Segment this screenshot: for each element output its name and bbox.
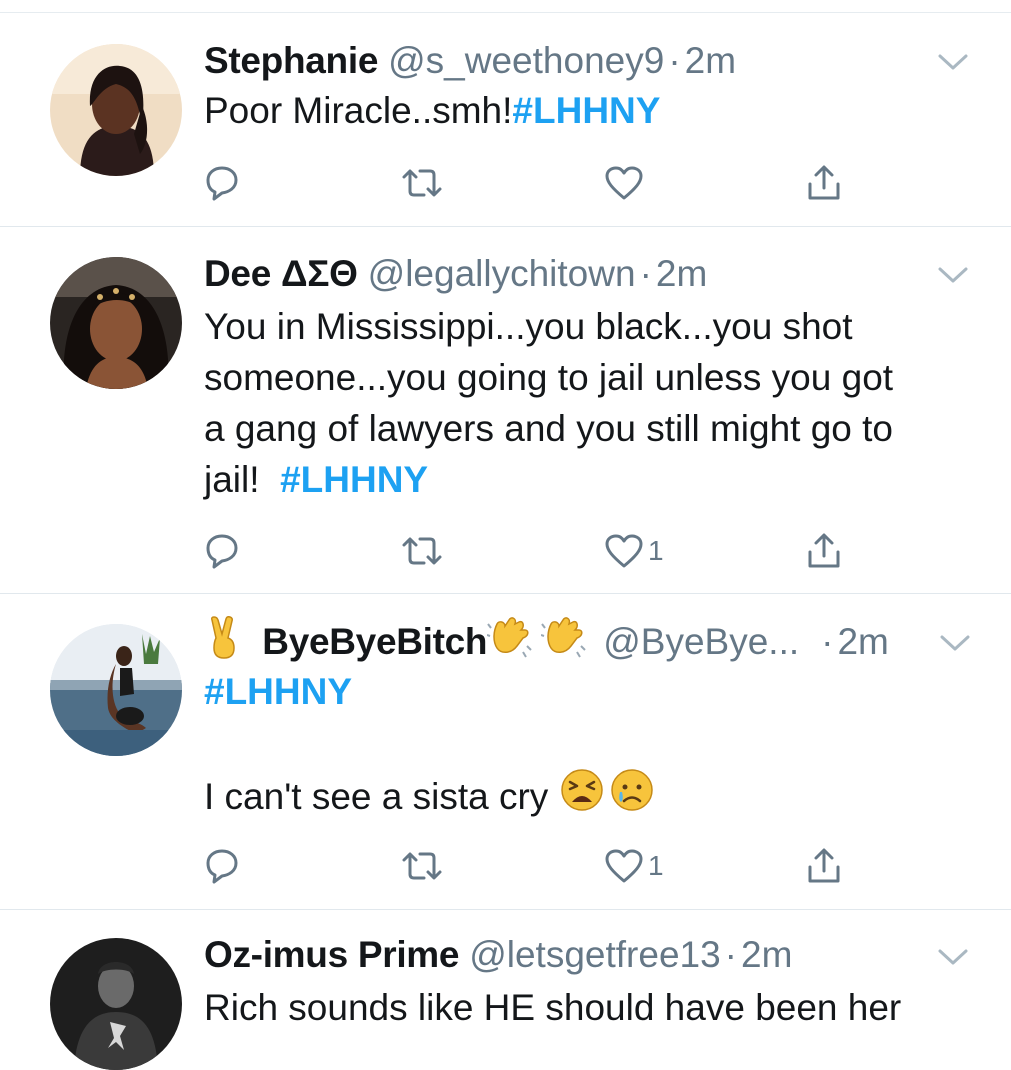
like-button[interactable]: 1 (604, 529, 664, 573)
reply-button[interactable] (204, 529, 240, 573)
reply-button[interactable] (204, 161, 240, 205)
tweet-text-content: Rich sounds like HE should have been her (204, 987, 902, 1028)
tweet-header: ByeByeBitch @ByeBye... · 2m (204, 616, 953, 664)
share-button[interactable] (806, 529, 842, 573)
tweet-actions (204, 161, 854, 205)
tweet-text: You in Mississippi...you black...you sho… (204, 301, 961, 505)
tweet-text: Rich sounds like HE should have been her (204, 982, 961, 1033)
separator: · (668, 40, 681, 81)
heart-icon (605, 534, 643, 568)
tweet-text-content: Poor Miracle..smh! (204, 90, 513, 131)
tweet-text-content: I can't see a sista cry (204, 776, 549, 817)
reply-icon (206, 534, 238, 569)
chevron-down-icon[interactable] (936, 264, 970, 286)
timestamp[interactable]: 2m (837, 621, 888, 662)
display-name[interactable]: Dee ΔΣΘ (204, 253, 358, 294)
waving-hand-emoji-icon (486, 616, 535, 672)
chevron-down-icon[interactable] (936, 946, 970, 968)
heart-icon (605, 166, 643, 200)
tweet-header: Stephanie @s_weethoney9 · 2m (204, 37, 941, 85)
separator: · (724, 934, 737, 975)
tweet-text-line: You in Mississippi...you black...you sho… (204, 306, 853, 347)
display-name[interactable]: Stephanie (204, 40, 378, 81)
timestamp[interactable]: 2m (656, 253, 707, 294)
tweet-header: Oz-imus Prime @letsgetfree13 · 2m (204, 931, 941, 979)
tweet-text-line: a gang of lawyers and you still might go… (204, 408, 893, 449)
tired-face-emoji-icon (560, 768, 604, 825)
retweet-icon (402, 852, 442, 880)
like-button[interactable] (604, 161, 648, 205)
victory-hand-emoji-icon (204, 616, 244, 672)
share-icon (808, 848, 840, 883)
avatar[interactable] (50, 44, 182, 176)
tweet-text-line: jail! (204, 459, 281, 500)
tweet-card[interactable]: Dee ΔΣΘ @legallychitown · 2m You in Mississ… (0, 227, 1011, 594)
hashtag-link[interactable]: #LHHNY (512, 90, 660, 131)
retweet-icon (402, 537, 442, 565)
reply-button[interactable] (204, 844, 240, 888)
tweet-header: Dee ΔΣΘ @legallychitown · 2m (204, 250, 941, 298)
tweet-text: #LHHNY I can't see a sista cry (204, 666, 961, 825)
separator: · (639, 253, 652, 294)
retweet-icon (402, 169, 442, 197)
tweet-text: Poor Miracle..smh!#LHHNY (204, 85, 961, 136)
tweet-card[interactable]: Stephanie @s_weethoney9 · 2m Poor Miracle..… (0, 13, 1011, 227)
tweet-actions: 1 (204, 844, 854, 888)
chevron-down-icon[interactable] (938, 632, 972, 654)
hashtag-link[interactable]: #LHHNY (204, 671, 352, 712)
timestamp[interactable]: 2m (685, 40, 736, 81)
heart-icon (605, 849, 643, 883)
reply-icon (206, 166, 238, 201)
crying-face-emoji-icon (610, 768, 654, 825)
share-icon (808, 533, 840, 568)
waving-hand-emoji-icon (540, 616, 589, 672)
retweet-button[interactable] (400, 161, 444, 205)
retweet-button[interactable] (400, 844, 444, 888)
display-name[interactable]: Oz-imus Prime (204, 934, 459, 975)
separator: · (821, 620, 834, 662)
avatar[interactable] (50, 938, 182, 1070)
username[interactable]: @s_weethoney9 (388, 40, 664, 81)
tweet-card[interactable]: ByeByeBitch @ByeBye... · 2m #LHHNY I can't … (0, 594, 1011, 910)
tweet-actions: 1 (204, 529, 854, 573)
tweet-text-line: someone...you going to jail unless you g… (204, 357, 894, 398)
like-count: 1 (648, 535, 664, 566)
retweet-button[interactable] (400, 529, 444, 573)
chevron-down-icon[interactable] (936, 51, 970, 73)
display-name[interactable]: ByeByeBitch (262, 621, 487, 662)
like-button[interactable]: 1 (604, 844, 664, 888)
tweet-card[interactable]: Oz-imus Prime @letsgetfree13 · 2m Rich soun… (0, 910, 1011, 1070)
avatar[interactable] (50, 257, 182, 389)
hashtag-link[interactable]: #LHHNY (280, 459, 428, 500)
username[interactable]: @legallychitown (368, 253, 636, 294)
username[interactable]: @ByeBye... (603, 621, 799, 662)
share-button[interactable] (806, 161, 842, 205)
share-icon (808, 165, 840, 200)
share-button[interactable] (806, 844, 842, 888)
like-count: 1 (648, 850, 664, 881)
username[interactable]: @letsgetfree13 (469, 934, 720, 975)
timestamp[interactable]: 2m (741, 934, 792, 975)
avatar[interactable] (50, 624, 182, 756)
reply-icon (206, 849, 238, 884)
